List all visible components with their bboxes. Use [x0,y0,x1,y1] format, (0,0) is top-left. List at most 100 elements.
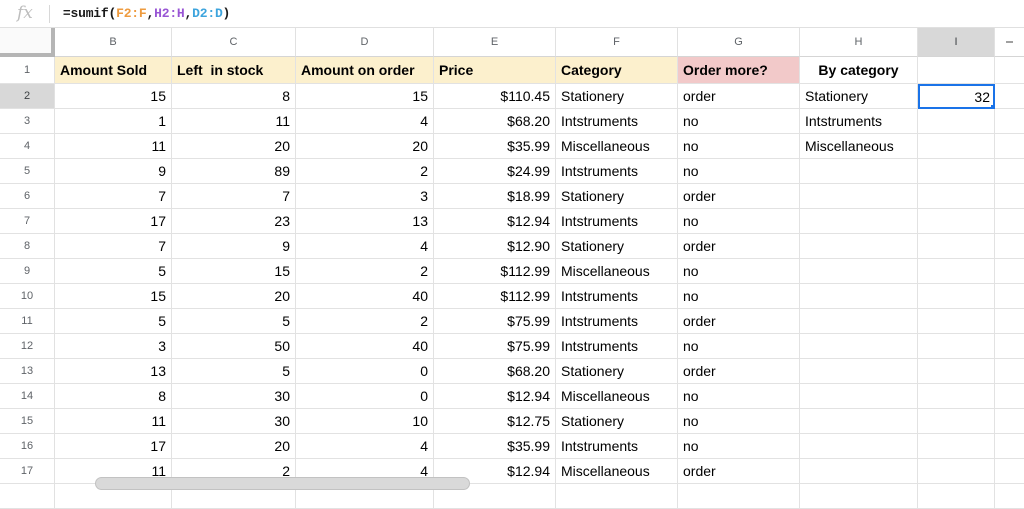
row-header-13[interactable]: 13 [0,359,55,384]
row-header-15[interactable]: 15 [0,409,55,434]
cell-i4[interactable] [918,134,995,159]
cell-b13[interactable]: 13 [55,359,172,384]
cell-b2[interactable]: 15 [55,84,172,109]
cell-h4[interactable]: Miscellaneous [800,134,918,159]
cell-e2[interactable]: $110.45 [434,84,556,109]
cell-c14[interactable]: 30 [172,384,296,409]
cell-e6[interactable]: $18.99 [434,184,556,209]
cell-i7[interactable] [918,209,995,234]
cell-i14[interactable] [918,384,995,409]
cell-g8[interactable]: order [678,234,800,259]
cell-g1[interactable]: Order more? [678,57,800,84]
cell-partial[interactable] [800,484,918,509]
cell-c15[interactable]: 30 [172,409,296,434]
horizontal-scrollbar-thumb[interactable] [95,477,470,490]
cell-f2[interactable]: Stationery [556,84,678,109]
cell-h7[interactable] [800,209,918,234]
cell-i10[interactable] [918,284,995,309]
cell-d4[interactable]: 20 [296,134,434,159]
cell-h5[interactable] [800,159,918,184]
cell-g7[interactable]: no [678,209,800,234]
cell-i8[interactable] [918,234,995,259]
select-all-corner[interactable] [0,28,55,57]
cell-e12[interactable]: $75.99 [434,334,556,359]
cell-g4[interactable]: no [678,134,800,159]
cell-b10[interactable]: 15 [55,284,172,309]
cell-f10[interactable]: Intstruments [556,284,678,309]
cell-j2[interactable] [995,84,1024,109]
cell-c16[interactable]: 20 [172,434,296,459]
cell-h6[interactable] [800,184,918,209]
row-header-3[interactable]: 3 [0,109,55,134]
cell-h3[interactable]: Intstruments [800,109,918,134]
cell-h1[interactable]: By category [800,57,918,84]
row-header-1[interactable]: 1 [0,57,55,84]
cell-j9[interactable] [995,259,1024,284]
cell-i17[interactable] [918,459,995,484]
cell-c12[interactable]: 50 [172,334,296,359]
cell-b5[interactable]: 9 [55,159,172,184]
cell-b9[interactable]: 5 [55,259,172,284]
cell-f17[interactable]: Miscellaneous [556,459,678,484]
row-header-2[interactable]: 2 [0,84,55,109]
cell-j5[interactable] [995,159,1024,184]
cell-g15[interactable]: no [678,409,800,434]
cell-j11[interactable] [995,309,1024,334]
cell-i11[interactable] [918,309,995,334]
cell-b3[interactable]: 1 [55,109,172,134]
cell-f9[interactable]: Miscellaneous [556,259,678,284]
row-header-10[interactable]: 10 [0,284,55,309]
cell-d15[interactable]: 10 [296,409,434,434]
cell-e5[interactable]: $24.99 [434,159,556,184]
formula-input[interactable]: =sumif(F2:F,H2:H,D2:D) [63,6,230,21]
cell-b14[interactable]: 8 [55,384,172,409]
cell-partial[interactable] [918,484,995,509]
cell-i1[interactable] [918,57,995,84]
cell-c13[interactable]: 5 [172,359,296,384]
cell-j10[interactable] [995,284,1024,309]
cell-g13[interactable]: order [678,359,800,384]
cell-g12[interactable]: no [678,334,800,359]
cell-d8[interactable]: 4 [296,234,434,259]
cell-d7[interactable]: 13 [296,209,434,234]
cell-i5[interactable] [918,159,995,184]
cell-h8[interactable] [800,234,918,259]
cell-d13[interactable]: 0 [296,359,434,384]
fill-handle[interactable] [990,104,993,107]
cell-d2[interactable]: 15 [296,84,434,109]
row-header-6[interactable]: 6 [0,184,55,209]
cell-j7[interactable] [995,209,1024,234]
cell-c10[interactable]: 20 [172,284,296,309]
column-header-d[interactable]: D [296,28,434,57]
cell-h17[interactable] [800,459,918,484]
cell-e1[interactable]: Price [434,57,556,84]
row-header-7[interactable]: 7 [0,209,55,234]
cell-e7[interactable]: $12.94 [434,209,556,234]
cell-f16[interactable]: Intstruments [556,434,678,459]
row-header-11[interactable]: 11 [0,309,55,334]
cell-b15[interactable]: 11 [55,409,172,434]
cell-e4[interactable]: $35.99 [434,134,556,159]
cell-h15[interactable] [800,409,918,434]
cell-partial[interactable] [556,484,678,509]
cell-j3[interactable] [995,109,1024,134]
row-header-4[interactable]: 4 [0,134,55,159]
cell-b7[interactable]: 17 [55,209,172,234]
column-header-b[interactable]: B [55,28,172,57]
cell-e15[interactable]: $12.75 [434,409,556,434]
cell-i2[interactable]: 32 [918,84,995,109]
cell-g16[interactable]: no [678,434,800,459]
cell-j16[interactable] [995,434,1024,459]
cell-partial[interactable] [995,484,1024,509]
cell-g10[interactable]: no [678,284,800,309]
column-header-e[interactable]: E [434,28,556,57]
cell-j6[interactable] [995,184,1024,209]
cell-f14[interactable]: Miscellaneous [556,384,678,409]
cell-j17[interactable] [995,459,1024,484]
cell-c4[interactable]: 20 [172,134,296,159]
row-header-12[interactable]: 12 [0,334,55,359]
cell-b6[interactable]: 7 [55,184,172,209]
cell-d12[interactable]: 40 [296,334,434,359]
cell-i3[interactable] [918,109,995,134]
cell-h16[interactable] [800,434,918,459]
